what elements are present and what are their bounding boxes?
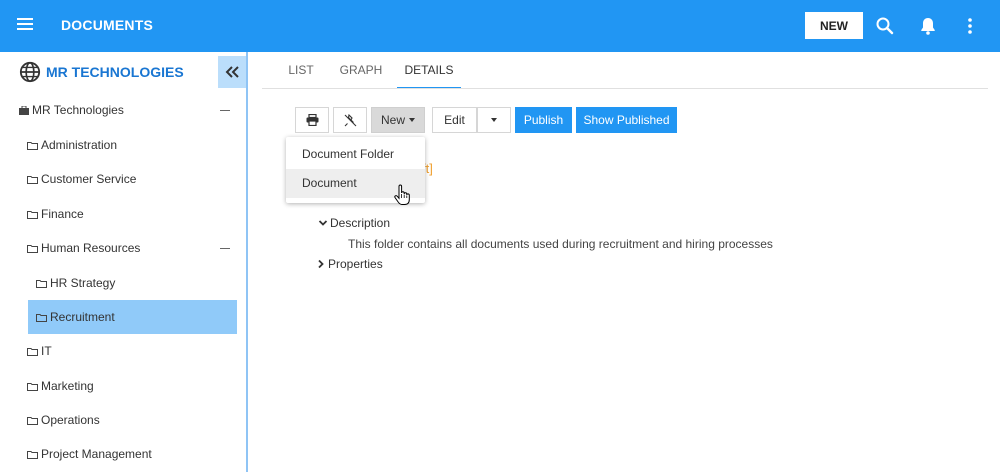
caret-down-icon [491,118,497,122]
tree-item-label: IT [41,344,52,358]
double-chevron-left-icon [225,66,239,78]
brand-name: MR TECHNOLOGIES [46,64,184,80]
folder-icon [27,347,38,356]
tree-item-label: Customer Service [41,172,137,186]
description-text: This folder contains all documents used … [348,237,773,251]
tab-list[interactable]: LIST [276,52,326,89]
properties-toggle[interactable]: Properties [316,257,383,271]
printer-icon [306,114,318,126]
tree-item-mr-technologies[interactable]: MR Technologies [19,93,124,127]
folder-icon [27,450,38,459]
tree-item-label: Marketing [41,379,94,393]
tree-item-label: Recruitment [50,310,115,324]
tree-item-label: Operations [41,413,100,427]
tree-item-label: Administration [41,138,118,152]
tree-item-label: MR Technologies [32,103,124,117]
folder-icon [27,175,38,184]
hand-pointer-icon [394,184,410,205]
tree-item-customer-service[interactable]: Customer Service [27,162,136,196]
tree-item-label: Project Management [41,447,152,461]
description-toggle[interactable]: Description [318,216,390,230]
bell-icon[interactable] [916,14,940,38]
edit-label: Edit [444,113,465,127]
tree-item-label: Human Resources [41,241,141,255]
chevron-right-icon [318,259,324,269]
properties-label: Properties [328,257,383,271]
hamburger-icon[interactable] [14,16,36,36]
tree-item-recruitment[interactable]: Recruitment [28,300,237,334]
tab-details[interactable]: DETAILS [397,52,461,89]
unpin-button[interactable] [333,107,367,133]
collapse-sidebar-button[interactable] [218,56,246,88]
app-header: DOCUMENTS NEW [0,0,1000,52]
globe-icon [19,61,41,83]
unpin-icon [344,113,356,126]
show-published-button[interactable]: Show Published [576,107,677,133]
tree-item-hr-strategy[interactable]: HR Strategy [36,266,115,300]
tree-item-human-resources[interactable]: Human Resources [27,231,140,265]
tree-item-project-management[interactable]: Project Management [27,437,152,471]
collapse-minus-icon[interactable] [220,248,230,249]
edit-button[interactable]: Edit [432,107,477,133]
collapse-minus-icon[interactable] [220,110,230,111]
tree-item-label: Finance [41,207,84,221]
folder-icon [27,244,38,253]
caret-down-icon [409,118,415,122]
new-dropdown-button[interactable]: New [371,107,425,133]
tab-divider [262,88,988,89]
tree-item-label: HR Strategy [50,276,116,290]
publish-button[interactable]: Publish [515,107,572,133]
folder-icon [27,416,38,425]
sidebar-divider [246,52,248,472]
tree-item-it[interactable]: IT [27,334,52,368]
chevron-down-icon [318,220,328,226]
folder-icon [27,382,38,391]
description-label: Description [330,216,391,230]
new-dropdown-label: New [380,113,405,127]
tab-graph[interactable]: GRAPH [338,52,384,89]
brand: MR TECHNOLOGIES [19,59,184,85]
menu-item-document-folder[interactable]: Document Folder [286,140,425,169]
edit-dropdown-toggle[interactable] [477,107,511,133]
folder-icon [27,141,38,150]
tree-item-finance[interactable]: Finance [27,197,84,231]
folder-icon [36,279,47,288]
briefcase-icon [19,105,29,115]
search-icon[interactable] [873,14,897,38]
app-title: DOCUMENTS [61,17,154,33]
folder-icon [27,210,38,219]
folder-icon [36,313,47,322]
tree-item-marketing[interactable]: Marketing [27,369,94,403]
tree-item-operations[interactable]: Operations [27,403,100,437]
kebab-icon[interactable] [958,14,982,38]
print-button[interactable] [295,107,329,133]
new-button[interactable]: NEW [805,12,863,39]
sidebar: MR TECHNOLOGIES MR Technologies Administ… [0,52,246,472]
tree-item-administration[interactable]: Administration [27,128,117,162]
